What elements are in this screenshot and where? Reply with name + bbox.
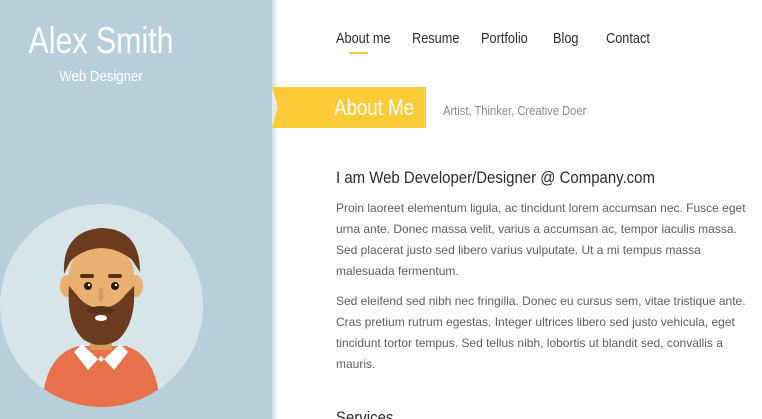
section-title: About Me xyxy=(334,95,415,120)
bearded-man-avatar-icon xyxy=(0,204,203,407)
services-heading: Services xyxy=(336,408,394,419)
nav-item-resume[interactable]: Resume xyxy=(412,30,459,47)
section-tagline: Artist, Thinker, Creative Doer xyxy=(443,103,587,118)
nav-item-blog[interactable]: Blog xyxy=(553,30,579,47)
paragraph-2: Sed eleifend sed nibh nec fringilla. Don… xyxy=(336,294,746,371)
nav-item-about-me[interactable]: About me xyxy=(336,30,391,47)
banner-notch xyxy=(272,87,278,127)
sidebar-shadow xyxy=(272,0,277,419)
content-heading: I am Web Developer/Designer @ Company.co… xyxy=(336,168,655,187)
nav-item-contact[interactable]: Contact xyxy=(606,30,650,47)
profile-title: Web Designer xyxy=(59,68,143,85)
nav-active-indicator xyxy=(349,52,368,54)
nav-item-portfolio[interactable]: Portfolio xyxy=(481,30,528,47)
sidebar: Alex Smith Web Designer xyxy=(0,0,272,419)
avatar xyxy=(0,204,203,407)
paragraph-1: Proin laoreet elementum ligula, ac tinci… xyxy=(336,201,746,278)
profile-name: Alex Smith xyxy=(28,20,174,61)
